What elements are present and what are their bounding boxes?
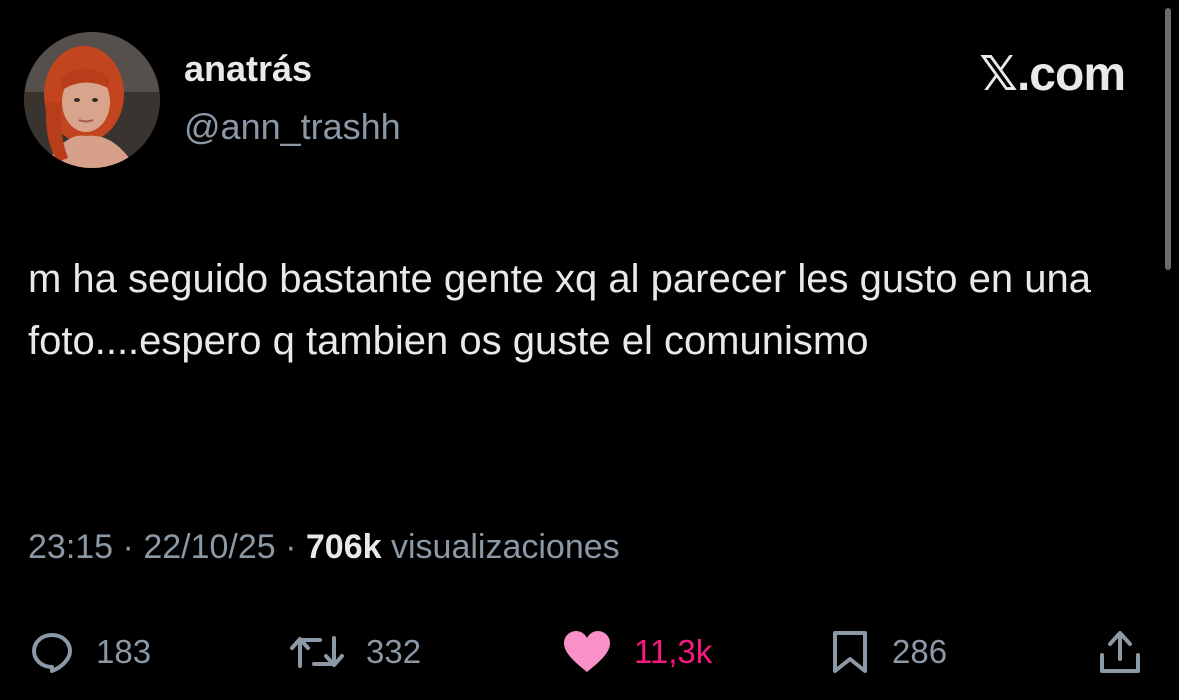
views-count: 706k [305,528,382,566]
reply-count: 183 [96,633,152,670]
retweet-count: 332 [366,633,422,670]
brand-label: 𝕏.com [979,48,1126,101]
tweet-date[interactable]: 22/10/25 [143,528,275,566]
views-label: visualizaciones [390,528,620,566]
scrollbar[interactable] [1165,8,1171,270]
display-name[interactable]: anatrás [184,48,312,90]
avatar[interactable] [24,32,160,168]
like-button[interactable]: 11,3k [562,620,712,684]
meta-separator: · [275,528,306,566]
share-button[interactable] [1098,620,1142,684]
retweet-icon [290,636,344,668]
heart-icon [564,631,610,672]
bookmark-count: 286 [892,633,948,670]
profile-photo-icon [24,32,160,168]
share-icon [1100,631,1140,673]
user-handle[interactable]: @ann_trashh [184,106,401,148]
reply-icon [32,633,72,673]
meta-separator: · [113,528,144,566]
tweet-meta: 23:15 · 22/10/25 · 706k visualizaciones [28,528,620,567]
bookmark-icon [833,631,867,673]
bookmark-button[interactable]: 286 [830,620,947,684]
like-count: 11,3k [634,633,713,670]
tweet-time[interactable]: 23:15 [28,528,113,566]
action-bar: 183 332 11,3k 286 [0,620,1179,684]
tweet-text: m ha seguido bastante gente xq al parece… [28,257,1091,363]
retweet-button[interactable]: 332 [290,620,421,684]
tweet-card: anatrás @ann_trashh 𝕏.com m ha seguido b… [0,0,1179,700]
reply-button[interactable]: 183 [30,620,151,684]
